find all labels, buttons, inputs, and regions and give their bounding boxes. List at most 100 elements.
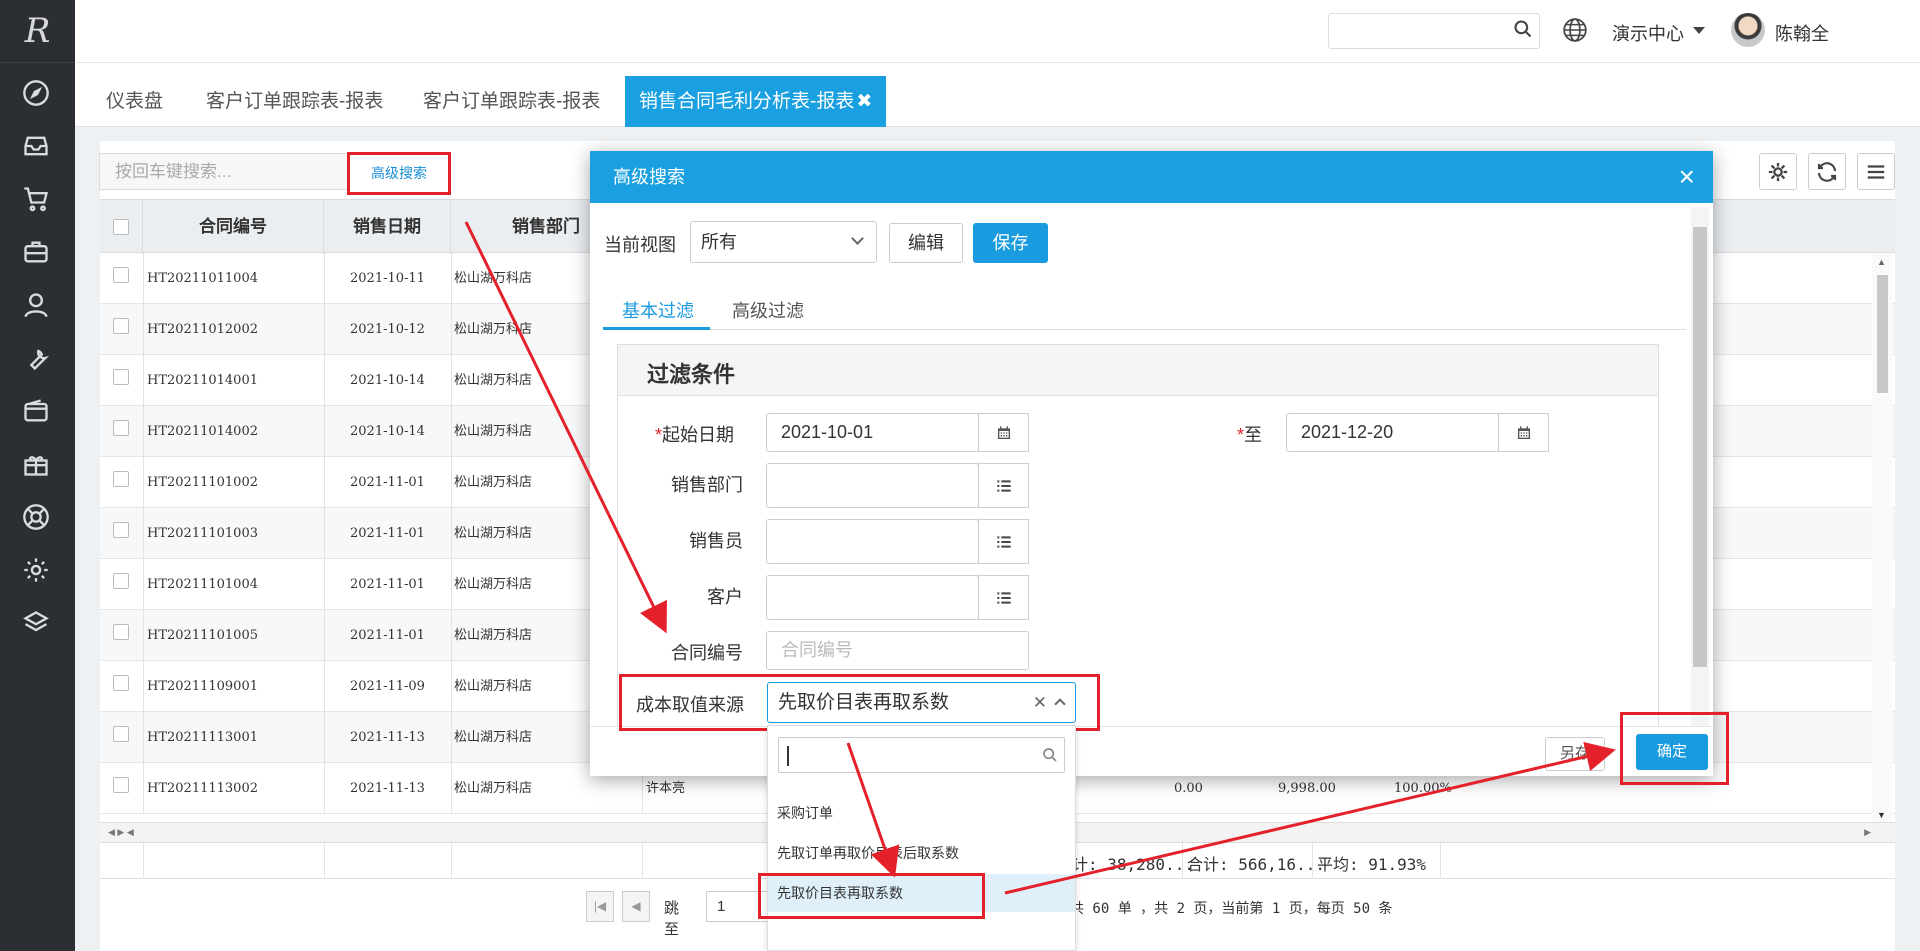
wallet-icon[interactable] (20, 395, 52, 427)
scroll-down-icon[interactable]: ▼ (1877, 810, 1886, 820)
keyword-search-input[interactable]: 按回车键搜索... (99, 153, 349, 190)
dept-input[interactable] (766, 463, 979, 508)
row-checkbox[interactable] (113, 267, 129, 283)
customer-input[interactable] (766, 575, 979, 620)
calendar-icon (997, 425, 1010, 439)
start-date-input[interactable]: 2021-10-01 (766, 413, 979, 452)
save-view-button[interactable]: 保存 (973, 223, 1048, 263)
dialog-scroll-thumb[interactable] (1693, 227, 1707, 667)
refresh-button[interactable] (1808, 153, 1846, 190)
row-checkbox[interactable] (113, 624, 129, 640)
scroll-up-icon[interactable]: ▲ (1877, 257, 1886, 267)
globe-icon[interactable] (1562, 17, 1588, 43)
active-tab-indicator (603, 327, 710, 330)
settings-button[interactable] (1759, 153, 1797, 190)
scroll-thumb[interactable] (1877, 275, 1888, 393)
cost-source-select[interactable]: 先取价目表再取系数 ✕ (767, 682, 1076, 723)
tab-dashboard[interactable]: 仪表盘 (92, 76, 177, 127)
wrench-icon[interactable] (20, 342, 52, 374)
column-contract-no[interactable]: 合同编号 (143, 200, 324, 254)
row-checkbox[interactable] (113, 522, 129, 538)
table-vertical-scrollbar[interactable]: ▲ ▼ (1872, 253, 1892, 822)
tab-order-tracking-1[interactable]: 客户订单跟踪表-报表 (192, 76, 397, 127)
search-icon (1043, 748, 1057, 762)
scroll-right-icon[interactable]: ▶ (1864, 827, 1871, 838)
lifebuoy-icon[interactable] (20, 501, 52, 533)
cell-sales-dept: 松山湖万科店 (454, 577, 533, 592)
top-header: 演示中心 陈翰全 ? (75, 0, 1920, 63)
contract-no-input[interactable]: 合同编号 (766, 631, 1029, 670)
confirm-button[interactable]: 确定 (1636, 734, 1708, 770)
menu-button[interactable] (1857, 153, 1895, 190)
search-icon[interactable] (1513, 19, 1533, 39)
row-checkbox[interactable] (113, 420, 129, 436)
briefcase-icon[interactable] (20, 236, 52, 268)
current-view-select[interactable]: 所有 (690, 221, 877, 263)
org-selector[interactable]: 演示中心 (1612, 20, 1684, 46)
advanced-search-button[interactable]: 高级搜索 (347, 152, 451, 195)
tab-contract-margin[interactable]: 销售合同毛利分析表-报表 ✖ (625, 76, 887, 127)
tab-advanced-filter[interactable]: 高级过滤 (732, 297, 804, 323)
column-sales-date[interactable]: 销售日期 (324, 200, 451, 254)
tab-basic-filter[interactable]: 基本过滤 (622, 297, 694, 323)
salesperson-picker[interactable] (978, 519, 1029, 564)
row-checkbox[interactable] (113, 369, 129, 385)
end-date-picker[interactable] (1498, 413, 1549, 452)
cart-icon[interactable] (20, 183, 52, 215)
cell-sales-date: 2021-11-01 (350, 526, 425, 541)
inbox-icon[interactable] (20, 130, 52, 162)
start-date-picker[interactable] (978, 413, 1029, 452)
text-cursor (787, 746, 789, 766)
tab-order-tracking-2[interactable]: 客户订单跟踪表-报表 (409, 76, 614, 127)
row-checkbox[interactable] (113, 471, 129, 487)
tab-label: 仪表盘 (106, 91, 164, 112)
salesperson-input[interactable] (766, 519, 979, 564)
cell-sales-dept: 松山湖万科店 (454, 679, 533, 694)
dialog-scrollbar[interactable] (1691, 207, 1709, 732)
cell-contract-no: HT20211113001 (147, 730, 258, 745)
row-checkbox[interactable] (113, 726, 129, 742)
cell-contract-no: HT20211113002 (147, 781, 258, 796)
header-search-input[interactable] (1328, 13, 1540, 49)
app-logo[interactable]: R (0, 0, 75, 63)
calendar-icon (1517, 425, 1530, 439)
user-icon[interactable] (20, 289, 52, 321)
close-icon[interactable]: × (1679, 151, 1695, 203)
filter-title-bar: 过滤条件 (618, 345, 1658, 396)
close-tab-icon[interactable]: ✖ (856, 91, 872, 112)
layers-icon[interactable] (20, 607, 52, 639)
dropdown-option[interactable]: 先取订单再取价目表后取系数 (768, 834, 1075, 872)
gear-icon[interactable] (20, 554, 52, 586)
sidebar: R (0, 0, 75, 951)
dropdown-option[interactable]: 采购订单 (768, 794, 1075, 832)
username[interactable]: 陈翰全 (1775, 20, 1829, 46)
prev-page-icon[interactable]: ◀ (622, 891, 650, 922)
dropdown-search-input[interactable] (778, 737, 1065, 773)
chevron-down-icon[interactable] (1693, 27, 1705, 34)
end-date-label: *至 (1237, 421, 1262, 447)
dept-picker[interactable] (978, 463, 1029, 508)
avatar[interactable] (1731, 13, 1765, 47)
compass-icon[interactable] (20, 77, 52, 109)
first-page-icon[interactable]: |◀ (586, 891, 614, 922)
end-date-input[interactable]: 2021-12-20 (1286, 413, 1499, 452)
scroll-left-icon[interactable]: ◀ ▶ ◀ (108, 827, 134, 838)
cell-contract-no: HT20211014001 (147, 373, 258, 388)
row-checkbox[interactable] (113, 573, 129, 589)
clear-icon[interactable]: ✕ (1033, 683, 1047, 722)
edit-view-button[interactable]: 编辑 (889, 223, 963, 263)
row-checkbox[interactable] (113, 318, 129, 334)
cell-sales-date: 2021-11-09 (350, 679, 425, 694)
dept-label: 销售部门 (671, 475, 743, 495)
refresh-icon (1817, 161, 1837, 182)
cell-sales-date: 2021-10-14 (350, 373, 425, 388)
row-checkbox[interactable] (113, 675, 129, 691)
summary-sum-2: 合计: 566,16... (1187, 855, 1325, 874)
cell-sales-date: 2021-11-01 (350, 577, 425, 592)
row-checkbox[interactable] (113, 777, 129, 793)
gift-icon[interactable] (20, 448, 52, 480)
chevron-up-icon[interactable] (1054, 698, 1066, 710)
customer-picker[interactable] (978, 575, 1029, 620)
tabs-divider (603, 329, 1686, 330)
save-as-button[interactable]: 另存 (1545, 737, 1605, 771)
